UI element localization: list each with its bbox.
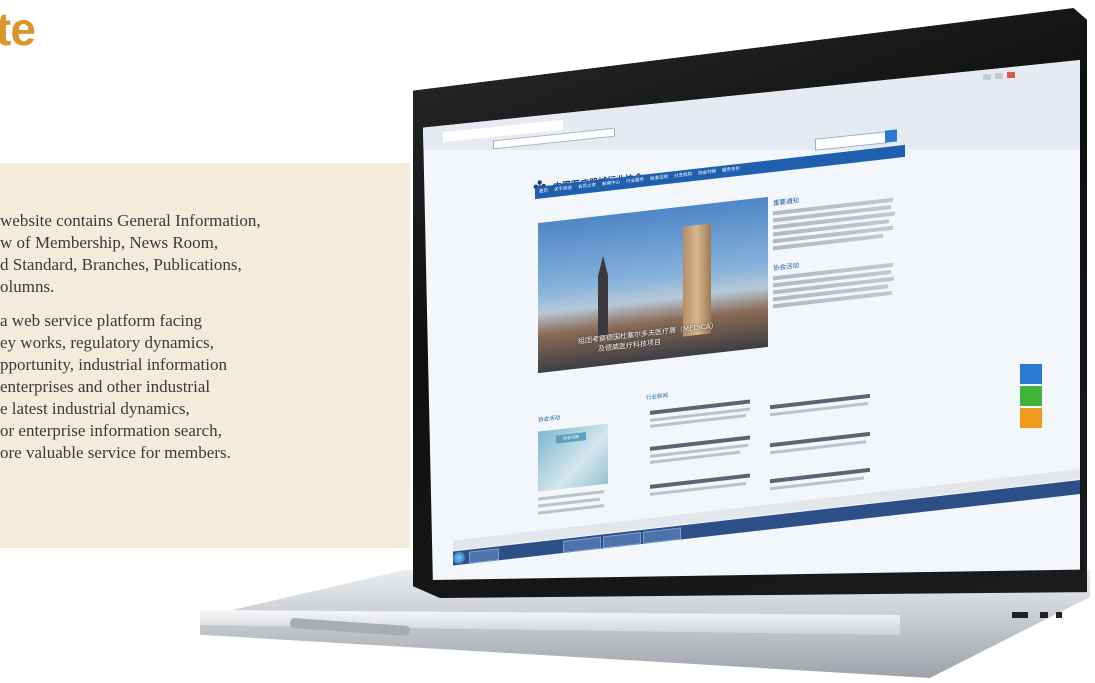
hero-carousel[interactable]: 组团考察德国杜塞尔多夫医疗展（MEDICA） 及德威医疗科技项目 [538,196,768,374]
maximize-icon[interactable] [995,73,1003,79]
laptop-screen: ✤ 中国医疗器械行业协会 China Association for Medic… [423,60,1080,580]
nav-item-branches[interactable]: 分支机构 [674,169,692,183]
user-icon[interactable] [1020,364,1042,384]
nav-item-news[interactable]: 新闻中心 [602,177,620,191]
taskbar-item[interactable] [643,527,681,544]
taskbar-item[interactable] [603,532,641,549]
nav-item-home[interactable]: 首页 [539,186,548,199]
nav-item-services[interactable]: 行业服务 [626,175,644,189]
laptop-port-icon [1056,612,1062,618]
laptop-port-icon [1012,612,1028,618]
minimize-icon[interactable] [983,74,991,80]
phone-icon[interactable] [1020,408,1042,428]
news-title[interactable]: 行业新闻 [646,391,668,402]
laptop-illustration: ✤ 中国医疗器械行业协会 China Association for Medic… [0,0,1095,683]
start-button-icon[interactable] [453,551,465,565]
hero-image-church [598,255,608,336]
close-icon[interactable] [1007,72,1015,78]
taskbar-item[interactable] [563,536,601,553]
nav-item-publications[interactable]: 协会刊物 [698,166,716,180]
nav-item-about[interactable]: 关于协会 [554,183,572,197]
nav-item-members[interactable]: 会员之家 [578,180,596,194]
search-icon[interactable] [885,129,897,143]
nav-item-columns[interactable]: 服务专栏 [722,164,740,178]
notice-column: 重要通知 协会活动 [773,181,903,386]
wechat-icon[interactable] [1020,386,1042,406]
nav-item-standards[interactable]: 标准法规 [650,172,668,186]
hero-image-tower [683,223,711,337]
taskbar-item[interactable] [469,548,499,564]
laptop-port-icon [1040,612,1048,618]
media-title[interactable]: 协会活动 [538,413,560,424]
